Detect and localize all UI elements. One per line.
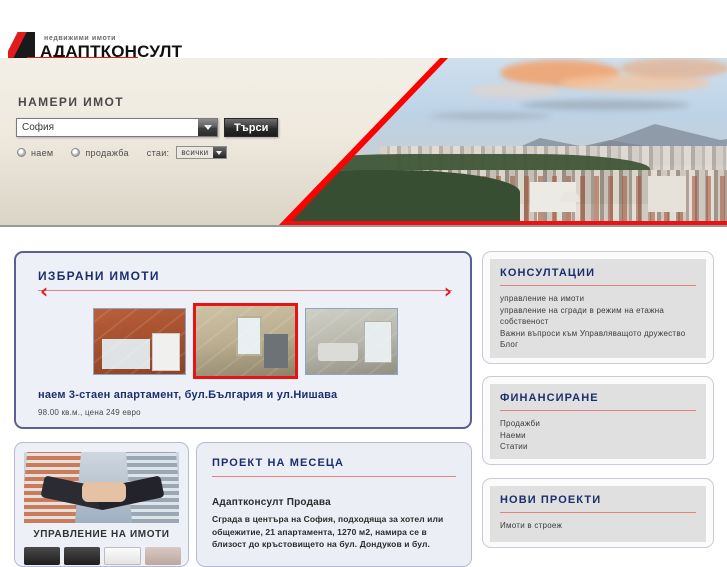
featured-heading: ИЗБРАНИ ИМОТИ [38, 269, 160, 283]
sidebar-link[interactable]: Блог [500, 339, 696, 351]
sidebar-panel-new-projects: НОВИ ПРОЕКТИ Имоти в строеж [482, 478, 714, 548]
hero-bottom-red-rule [283, 221, 727, 225]
project-rule [212, 476, 456, 477]
promo-button[interactable] [145, 547, 181, 565]
sidebar-link[interactable]: Статии [500, 441, 696, 453]
site-logo[interactable]: недвижими имоти АДАПТКОНСУЛТ [8, 31, 182, 60]
sidebar-link[interactable]: Имоти в строеж [500, 520, 696, 532]
sidebar-link[interactable]: Наеми [500, 430, 696, 442]
sidebar-heading: ФИНАНСИРАНЕ [500, 392, 599, 404]
sidebar-link[interactable]: управление на имоти [500, 293, 696, 305]
featured-properties-panel: ИЗБРАНИ ИМОТИ ‹ › наем 3-стаен апартамен… [14, 251, 472, 429]
featured-property-meta: 98.00 кв.м., цена 249 евро [38, 408, 141, 417]
carousel-thumb[interactable] [304, 307, 398, 375]
rooms-select[interactable]: всички [176, 146, 227, 159]
sidebar-panel-inner: НОВИ ПРОЕКТИ Имоти в строеж [490, 486, 706, 542]
sidebar-panel-financing: ФИНАНСИРАНЕ Продажби Наеми Статии [482, 376, 714, 465]
logo-mark-icon [8, 32, 35, 59]
featured-property-title[interactable]: наем 3-стаен апартамент, бул.България и … [38, 389, 337, 401]
location-select[interactable]: София [16, 118, 218, 137]
rent-radio[interactable] [17, 148, 26, 157]
chevron-down-icon[interactable] [212, 147, 226, 158]
sidebar-heading: КОНСУЛТАЦИИ [500, 267, 596, 279]
project-heading: ПРОЕКТ НА МЕСЕЦА [212, 457, 345, 469]
hero-banner [0, 58, 727, 227]
sidebar-link-list: Имоти в строеж [490, 513, 706, 541]
page-root: недвижими имоти АДАПТКОНСУЛТ НАМЕРИ ИМОТ [0, 0, 727, 567]
project-subtitle: Адаптконсулт Продава [212, 497, 331, 508]
handshake-image [24, 452, 179, 523]
sidebar-panel-inner: ФИНАНСИРАНЕ Продажби Наеми Статии [490, 384, 706, 459]
sidebar-link-list: управление на имоти управление на сгради… [490, 286, 706, 360]
chevron-down-icon[interactable] [198, 119, 217, 136]
rooms-select-value: всички [181, 148, 209, 157]
sale-radio[interactable] [71, 148, 81, 157]
sidebar-heading: НОВИ ПРОЕКТИ [500, 494, 602, 506]
featured-rule [38, 290, 452, 291]
promo-button[interactable] [24, 547, 60, 565]
carousel-next-icon[interactable]: › [444, 281, 452, 301]
rooms-label: стаи: [146, 147, 170, 158]
carousel-prev-icon[interactable]: ‹ [40, 281, 48, 301]
carousel-thumb-active[interactable] [192, 303, 298, 379]
sidebar-link[interactable]: Важни въпроси към Управляващото дружеств… [500, 328, 696, 340]
featured-carousel [26, 301, 464, 381]
sidebar-panel-consultations: КОНСУЛТАЦИИ управление на имоти управлен… [482, 251, 714, 364]
search-heading: НАМЕРИ ИМОТ [18, 95, 124, 109]
location-select-value: София [22, 122, 55, 133]
sidebar-link[interactable]: управление на сгради в режим на етажна с… [500, 305, 696, 328]
search-submit-button[interactable]: Търси [224, 118, 279, 137]
sidebar-link[interactable]: Продажби [500, 418, 696, 430]
logo-tagline: недвижими имоти [44, 35, 117, 42]
property-management-promo[interactable]: УПРАВЛЕНИЕ НА ИМОТИ [14, 442, 189, 567]
promo-button-row [24, 547, 181, 565]
carousel-thumb[interactable] [92, 307, 186, 375]
sale-label[interactable]: продажба [85, 148, 128, 158]
search-options: наем продажба стаи: всички [17, 146, 227, 159]
promo-button[interactable] [103, 547, 142, 565]
promo-button[interactable] [63, 547, 100, 565]
sidebar-link-list: Продажби Наеми Статии [490, 411, 706, 462]
sidebar-panel-inner: КОНСУЛТАЦИИ управление на имоти управлен… [490, 259, 706, 358]
search-form: София Търси [16, 118, 279, 137]
project-of-month-panel: ПРОЕКТ НА МЕСЕЦА Адаптконсулт Продава Сг… [196, 442, 472, 567]
rent-label[interactable]: наем [31, 148, 53, 158]
promo-title: УПРАВЛЕНИЕ НА ИМОТИ [33, 529, 170, 540]
